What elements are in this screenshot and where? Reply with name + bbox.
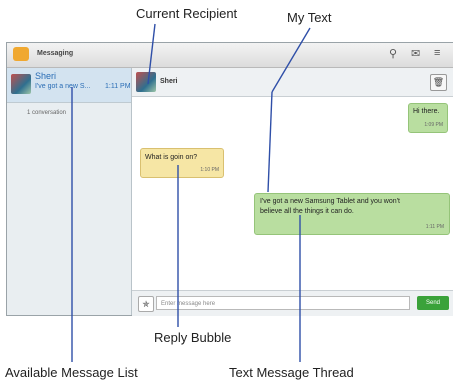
message-thread: Sheri 🗑 Hi there. 1:09 PM What is goin o… <box>132 68 453 316</box>
message-time: 1:11 PM <box>425 224 444 230</box>
message-bubble-mine: I've got a new Samsung Tablet and you wo… <box>254 193 450 235</box>
recipient-name: Sheri <box>160 78 178 85</box>
conversation-preview: I've got a new S... <box>35 83 91 90</box>
messaging-app-icon <box>13 47 29 61</box>
compose-bar: ✯ Enter message here Send <box>132 290 453 316</box>
message-bubble-reply: What is goin on? 1:10 PM <box>140 148 224 178</box>
conversation-name: Sheri <box>35 71 57 81</box>
recipient-avatar <box>136 72 156 92</box>
new-message-icon[interactable]: ✉ <box>411 47 420 60</box>
message-text-line1: I've got a new Samsung Tablet and you wo… <box>260 198 400 205</box>
message-list: Sheri I've got a new S... 1:11 PM 1 conv… <box>7 68 132 315</box>
delete-icon[interactable]: 🗑 <box>430 74 447 91</box>
search-icon[interactable]: ⚲ <box>389 47 397 60</box>
conversation-time: 1:11 PM <box>105 83 131 90</box>
conversation-item[interactable]: Sheri I've got a new S... 1:11 PM <box>7 68 131 103</box>
callout-message-list: Available Message List <box>5 365 138 380</box>
callout-current-recipient: Current Recipient <box>136 6 238 21</box>
thread-header: Sheri 🗑 <box>132 68 453 97</box>
message-bubble-mine: Hi there. 1:09 PM <box>408 103 448 133</box>
menu-icon[interactable]: ≡ <box>434 47 440 59</box>
message-text-line2: believe all the things it can do. <box>260 208 354 215</box>
message-text: What is goin on? <box>145 154 198 161</box>
attach-icon[interactable]: ✯ <box>138 296 154 312</box>
callout-reply-bubble: Reply Bubble <box>154 330 232 345</box>
message-input[interactable]: Enter message here <box>156 296 410 310</box>
app-header: Messaging ⚲ ✉ ≡ <box>7 43 453 68</box>
callout-thread: Text Message Thread <box>229 365 354 380</box>
message-text: Hi there. <box>413 108 440 115</box>
app-title: Messaging <box>37 50 74 57</box>
message-time: 1:10 PM <box>200 167 219 173</box>
tablet-screen: Messaging ⚲ ✉ ≡ Sheri I've got a new S..… <box>6 42 453 316</box>
send-button[interactable]: Send <box>417 296 449 310</box>
conversation-count: 1 conversation <box>27 110 67 116</box>
callout-my-text: My Text <box>287 10 332 25</box>
message-time: 1:09 PM <box>424 122 443 128</box>
avatar <box>11 74 31 94</box>
